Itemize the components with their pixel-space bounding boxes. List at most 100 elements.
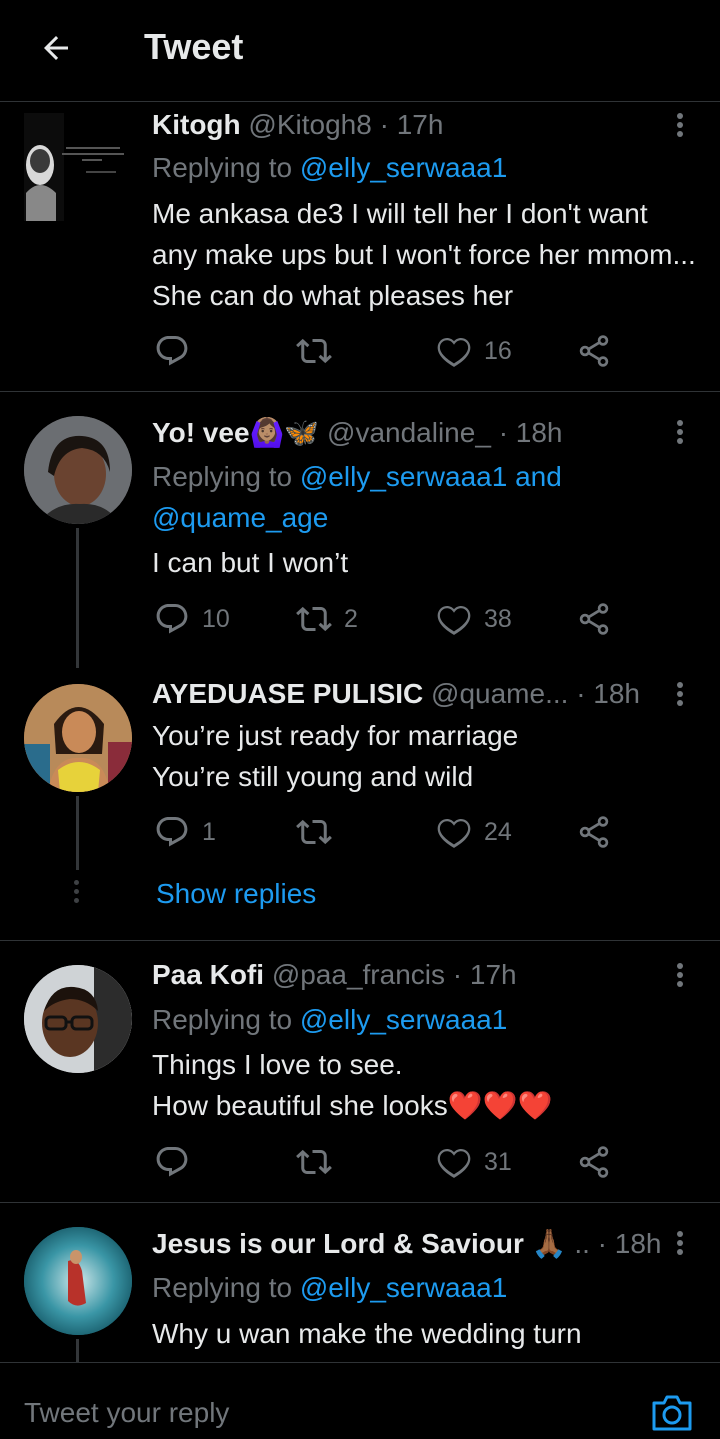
like-button[interactable]: 31	[436, 1142, 512, 1182]
more-vertical-icon[interactable]	[666, 414, 694, 450]
author-name[interactable]: Kitogh	[152, 109, 241, 140]
timestamp: · 17h	[379, 109, 444, 140]
author-handle[interactable]: @paa_francis	[272, 959, 445, 990]
retweet-button[interactable]	[296, 812, 344, 852]
tweet-item[interactable]: Kitogh @Kitogh8 · 17h Replying to @elly_…	[0, 103, 720, 392]
share-button[interactable]	[576, 599, 612, 639]
avatar[interactable]	[24, 1227, 132, 1335]
share-icon	[579, 335, 609, 367]
retweet-icon	[296, 606, 332, 632]
author-handle[interactable]: ..	[574, 1228, 590, 1259]
like-icon	[437, 818, 471, 848]
like-count: 31	[484, 1147, 512, 1176]
tweet-item[interactable]: Paa Kofi @paa_francis · 17h Replying to …	[0, 941, 720, 1203]
replying-to: Replying to @elly_serwaaa1	[152, 147, 692, 188]
author-handle[interactable]: @Kitogh8	[248, 109, 371, 140]
mention-link[interactable]: @quame_age	[152, 502, 328, 533]
reply-input[interactable]: Tweet your reply	[24, 1397, 229, 1429]
retweet-icon	[296, 338, 332, 364]
replying-to-label: Replying to	[152, 1004, 293, 1035]
avatar[interactable]	[24, 684, 132, 792]
share-icon	[579, 816, 609, 848]
like-icon	[437, 605, 471, 635]
show-replies-link[interactable]: Show replies	[156, 878, 316, 910]
more-vertical-icon[interactable]	[666, 957, 694, 993]
thread-line	[76, 796, 79, 870]
mention-link[interactable]: @elly_serwaaa1	[300, 461, 507, 492]
replying-to: Replying to @elly_serwaaa1	[152, 1267, 692, 1308]
more-vertical-icon[interactable]	[666, 107, 694, 143]
avatar[interactable]	[24, 965, 132, 1073]
author-name[interactable]: Jesus is our Lord & Saviour 🙏🏾	[152, 1228, 567, 1259]
like-button[interactable]: 38	[436, 599, 512, 639]
avatar[interactable]	[24, 113, 64, 221]
share-button[interactable]	[576, 331, 612, 371]
reply-icon	[156, 817, 188, 847]
back-arrow-icon[interactable]	[34, 26, 78, 70]
thread-line	[76, 528, 79, 668]
tweet-actions: 10 2 38	[152, 599, 632, 639]
replying-to: Replying to @elly_serwaaa1	[152, 999, 692, 1040]
like-count: 16	[484, 336, 512, 365]
reply-icon	[156, 1147, 188, 1177]
avatar-quote-text	[62, 143, 124, 183]
tweet-text: Things I love to see. How beautiful she …	[152, 1044, 700, 1126]
page-title: Tweet	[144, 26, 244, 67]
author-name[interactable]: Yo! vee🙆🏽‍♀️🦋	[152, 417, 319, 448]
mention-and[interactable]: and	[515, 461, 562, 492]
reply-count: 10	[202, 604, 230, 633]
timestamp: · 17h	[452, 959, 517, 990]
reply-button[interactable]: 10	[154, 599, 230, 639]
replying-to: Replying to @elly_serwaaa1 and @quame_ag…	[152, 456, 692, 538]
reply-icon	[156, 336, 188, 366]
thread-line	[76, 1339, 79, 1362]
like-icon	[437, 1148, 471, 1178]
share-icon	[579, 603, 609, 635]
reply-button[interactable]	[154, 331, 202, 371]
tweet-text-line: How beautiful she looks❤️❤️❤️	[152, 1090, 553, 1121]
tweet-item[interactable]: Yo! vee🙆🏽‍♀️🦋 @vandaline_ · 18h Replying…	[0, 392, 720, 668]
author-handle[interactable]: @vandaline_	[327, 417, 491, 448]
reply-button[interactable]	[154, 1142, 202, 1182]
like-count: 38	[484, 604, 512, 633]
timestamp: · 18h	[498, 417, 563, 448]
share-button[interactable]	[576, 812, 612, 852]
mention-link[interactable]: @elly_serwaaa1	[300, 152, 507, 183]
tweet-text: Why u wan make the wedding turn	[152, 1318, 582, 1349]
reply-composer: Tweet your reply	[0, 1362, 720, 1439]
tweet-text: I can but I won’t	[152, 547, 349, 578]
top-bar: Tweet	[0, 0, 720, 102]
camera-icon[interactable]	[648, 1391, 696, 1435]
more-vertical-icon[interactable]	[666, 676, 694, 712]
retweet-button[interactable]	[296, 1142, 344, 1182]
retweet-button[interactable]	[296, 331, 344, 371]
like-button[interactable]: 24	[436, 812, 512, 852]
reply-icon	[156, 604, 188, 634]
reply-button[interactable]: 1	[154, 812, 216, 852]
retweet-icon	[296, 819, 332, 845]
replying-to-label: Replying to	[152, 152, 293, 183]
retweet-button[interactable]: 2	[296, 599, 358, 639]
share-button[interactable]	[576, 1142, 612, 1182]
tweet-item[interactable]: AYEDUASE PULISIC @quame... · 18h You’re …	[0, 668, 720, 941]
tweet-item[interactable]: Jesus is our Lord & Saviour 🙏🏾 .. · 18h …	[0, 1203, 720, 1362]
retweet-count: 2	[344, 604, 358, 633]
tweet-text: You’re just ready for marriage You’re st…	[152, 715, 700, 797]
thread-dots	[74, 880, 80, 907]
author-name[interactable]: AYEDUASE PULISIC	[152, 678, 423, 709]
tweet-text-line: You’re just ready for marriage	[152, 720, 519, 751]
timestamp: · 18h	[576, 678, 641, 709]
more-vertical-icon[interactable]	[666, 1225, 694, 1261]
mention-link[interactable]: @elly_serwaaa1	[300, 1272, 507, 1303]
reply-count: 1	[202, 817, 216, 846]
replying-to-label: Replying to	[152, 461, 293, 492]
like-button[interactable]: 16	[436, 331, 512, 371]
tweet-actions: 16	[152, 331, 632, 371]
tweet-actions: 31	[152, 1142, 632, 1182]
avatar[interactable]	[24, 416, 132, 524]
author-handle[interactable]: @quame...	[431, 678, 568, 709]
mention-link[interactable]: @elly_serwaaa1	[300, 1004, 507, 1035]
replying-to-label: Replying to	[152, 1272, 293, 1303]
like-icon	[437, 337, 471, 367]
author-name[interactable]: Paa Kofi	[152, 959, 264, 990]
